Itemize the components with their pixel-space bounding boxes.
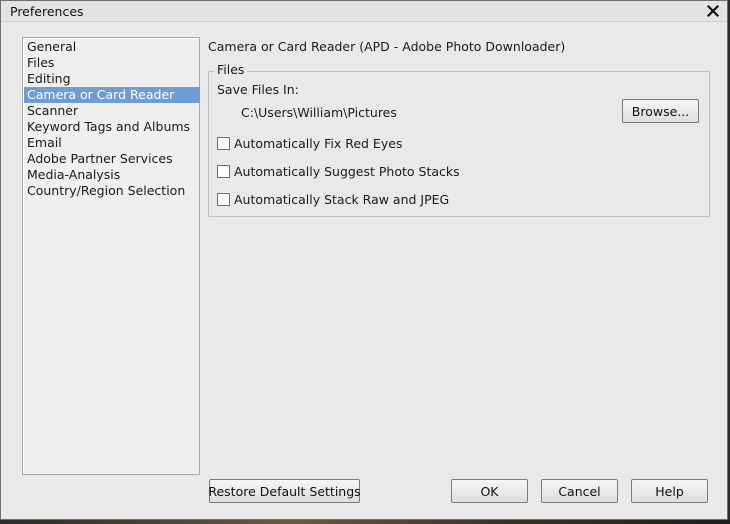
stack-raw-jpeg-label: Automatically Stack Raw and JPEG <box>234 191 450 207</box>
sidebar-item-adobe-partner-services[interactable]: Adobe Partner Services <box>24 151 200 167</box>
suggest-photo-stacks-label: Automatically Suggest Photo Stacks <box>234 163 460 179</box>
suggest-photo-stacks-checkbox[interactable] <box>217 164 230 178</box>
sidebar-item-general[interactable]: General <box>24 39 200 55</box>
sidebar-item-email[interactable]: Email <box>24 135 200 151</box>
stack-raw-jpeg-checkbox[interactable] <box>217 192 230 206</box>
window-title: Preferences <box>10 4 84 19</box>
sidebar-item-files[interactable]: Files <box>24 55 200 71</box>
preferences-dialog: Preferences General Files Editing Camera… <box>0 0 728 520</box>
sidebar-item-camera-or-card-reader[interactable]: Camera or Card Reader <box>24 87 200 103</box>
title-bar: Preferences <box>1 1 727 22</box>
help-button[interactable]: Help <box>631 479 708 503</box>
save-files-in-label: Save Files In: <box>217 82 299 97</box>
suggest-photo-stacks-option[interactable]: Automatically Suggest Photo Stacks <box>217 163 460 179</box>
save-path-value: C:\Users\William\Pictures <box>241 105 397 120</box>
fix-red-eyes-label: Automatically Fix Red Eyes <box>234 135 403 151</box>
sidebar-item-editing[interactable]: Editing <box>24 71 200 87</box>
restore-default-settings-button[interactable]: Restore Default Settings <box>208 479 361 503</box>
sidebar-item-scanner[interactable]: Scanner <box>24 103 200 119</box>
fix-red-eyes-checkbox[interactable] <box>217 136 230 150</box>
files-group-legend: Files <box>214 62 248 77</box>
stack-raw-jpeg-option[interactable]: Automatically Stack Raw and JPEG <box>217 191 449 207</box>
sidebar-item-country-region-selection[interactable]: Country/Region Selection <box>24 183 200 199</box>
fix-red-eyes-option[interactable]: Automatically Fix Red Eyes <box>217 135 402 151</box>
sidebar-item-media-analysis[interactable]: Media-Analysis <box>24 167 200 183</box>
background-edge-bottom <box>0 520 730 524</box>
ok-button[interactable]: OK <box>451 479 528 503</box>
category-list[interactable]: General Files Editing Camera or Card Rea… <box>22 37 200 475</box>
sidebar-item-keyword-tags-and-albums[interactable]: Keyword Tags and Albums <box>24 119 200 135</box>
section-heading: Camera or Card Reader (APD - Adobe Photo… <box>208 39 566 54</box>
close-icon <box>707 5 719 17</box>
close-button[interactable] <box>703 2 723 20</box>
browse-button[interactable]: Browse... <box>622 99 699 123</box>
cancel-button[interactable]: Cancel <box>541 479 618 503</box>
